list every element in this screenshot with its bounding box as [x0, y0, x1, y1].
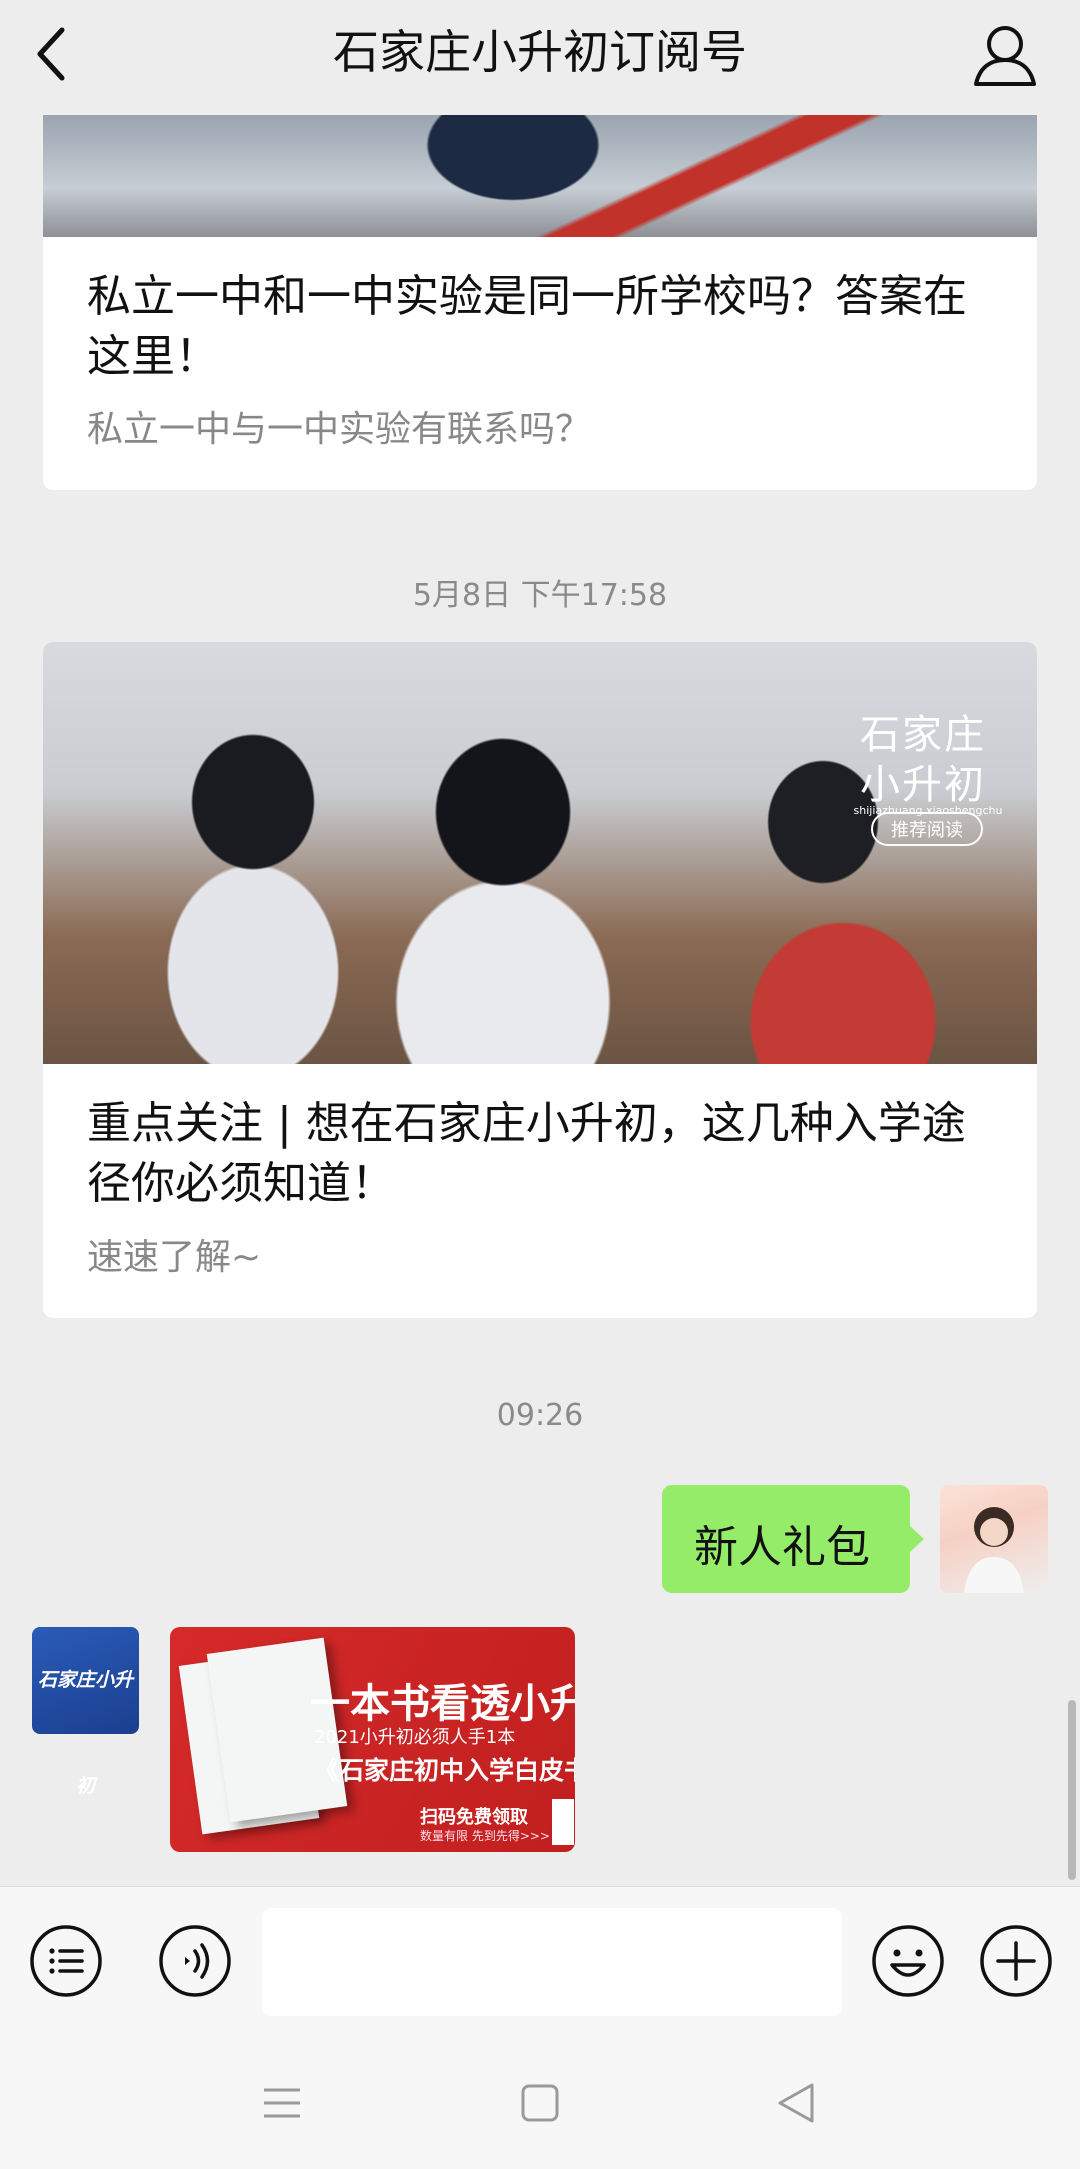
article-card[interactable]: 石家庄 小升初 shijiazhuang xiaoshengchu 推荐阅读 重…	[43, 642, 1037, 1318]
timestamp: 09:26	[496, 1398, 584, 1433]
article-cover-image	[43, 115, 1037, 237]
promo-title: 一本书看透小升初	[310, 1681, 575, 1727]
article-title: 重点关注 | 想在石家庄小升初，这几种入学途径你必须知道！	[87, 1098, 966, 1209]
nav-home-icon[interactable]	[521, 2084, 559, 2122]
timestamp: 5月8日 下午17:58	[412, 578, 668, 613]
emoji-icon[interactable]	[870, 1923, 946, 1999]
nav-menu-icon[interactable]	[262, 2086, 302, 2120]
promo-cta: 扫码免费领取	[420, 1807, 528, 1828]
profile-icon[interactable]	[970, 20, 1040, 90]
article-subtitle: 私立一中与一中实验有联系吗？	[87, 409, 592, 450]
add-icon[interactable]	[978, 1923, 1054, 1999]
promo-image-message[interactable]: 一本书看透小升初 2021小升初必须人手1本 《石家庄初中入学白皮书》最新版 扫…	[170, 1627, 575, 1852]
my-message-bubble[interactable]: 新人礼包	[662, 1485, 910, 1593]
article-title: 私立一中和一中实验是同一所学校吗？答案在这里！	[87, 271, 967, 382]
cover-tag: 推荐阅读	[871, 812, 983, 846]
nav-back-icon[interactable]	[776, 2082, 816, 2124]
message-input[interactable]	[262, 1908, 842, 2016]
message-text: 新人礼包	[694, 1522, 870, 1573]
article-cover-image: 石家庄 小升初 shijiazhuang xiaoshengchu 推荐阅读	[43, 642, 1037, 1064]
voice-icon[interactable]	[157, 1923, 233, 1999]
article-card[interactable]: 私立一中和一中实验是同一所学校吗？答案在这里！ 私立一中与一中实验有联系吗？	[43, 115, 1037, 490]
back-icon[interactable]	[24, 24, 84, 84]
promo-line: 《石家庄初中入学白皮书》最新版	[314, 1756, 575, 1785]
scrollbar[interactable]	[1068, 1700, 1076, 1880]
cover-logo-line2: 小升初	[860, 762, 986, 808]
promo-line: 2021小升初必须人手1本	[314, 1727, 516, 1748]
page-title: 石家庄小升初订阅号	[333, 25, 747, 79]
bubble-tail	[910, 1526, 924, 1552]
promo-cta-sub: 数量有限 先到先得>>>	[420, 1829, 550, 1843]
menu-list-icon[interactable]	[28, 1923, 104, 1999]
qr-code-image	[552, 1799, 574, 1845]
official-account-avatar[interactable]: 石家庄小升初	[32, 1627, 139, 1797]
article-subtitle: 速速了解~	[87, 1237, 262, 1278]
my-avatar[interactable]	[940, 1485, 1048, 1593]
